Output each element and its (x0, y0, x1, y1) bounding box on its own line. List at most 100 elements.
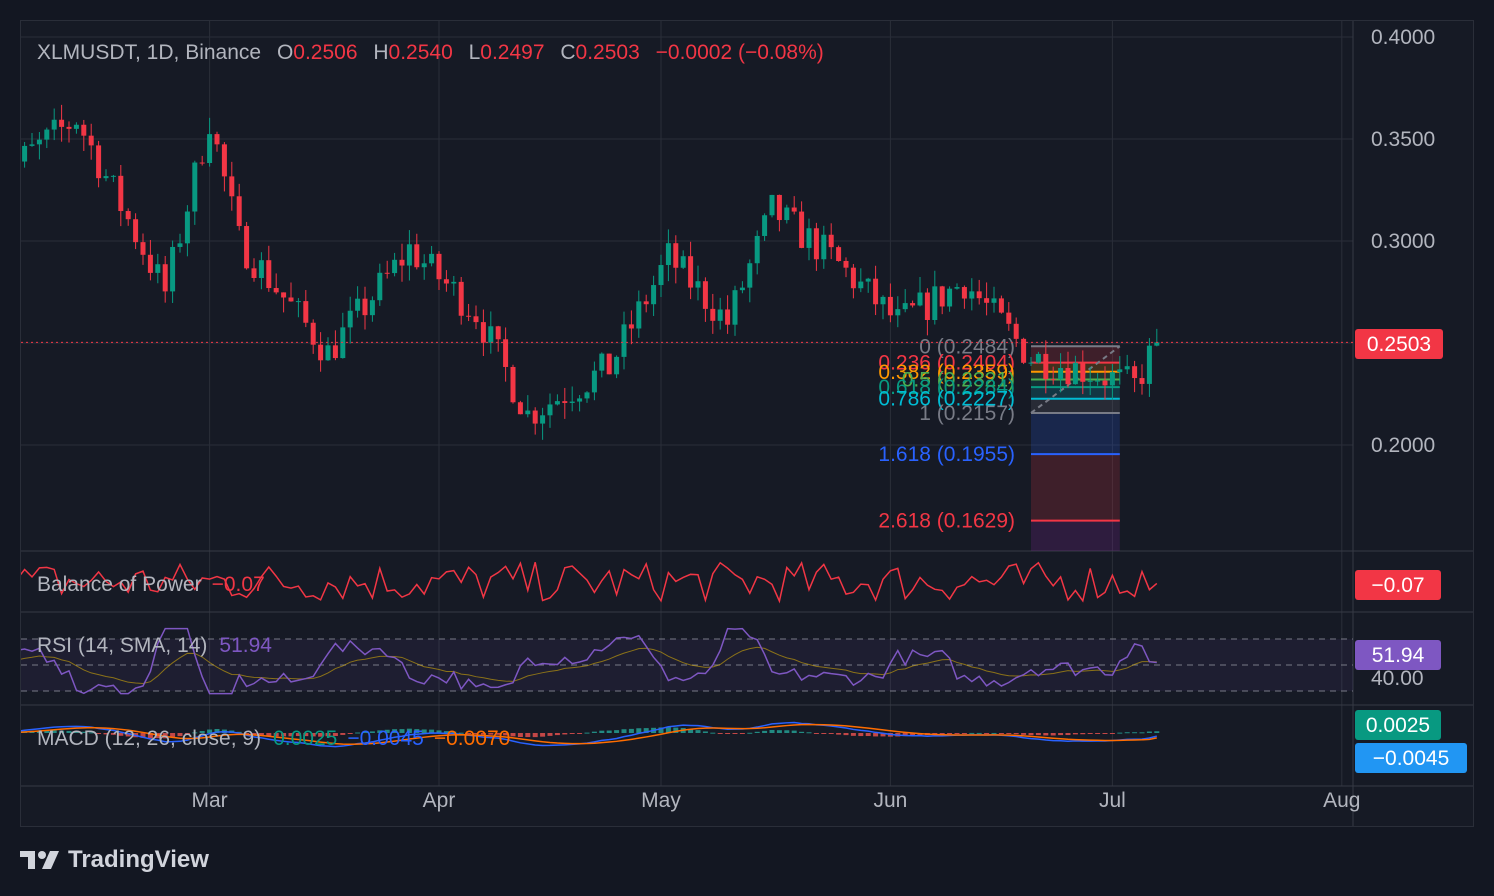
candle (406, 230, 412, 281)
candle (273, 273, 279, 295)
candle (184, 205, 190, 257)
candle (858, 268, 864, 293)
grid-lines (21, 21, 1473, 826)
macd-hist-bar (1028, 733, 1034, 736)
candle (806, 218, 812, 261)
tradingview-icon (20, 851, 59, 869)
price-axis-label: 0.3000 (1371, 230, 1435, 253)
macd-hist-bar (1087, 733, 1093, 734)
candle (466, 303, 472, 322)
macd-hist-bar (806, 732, 812, 734)
candle (1154, 328, 1160, 347)
candle (791, 196, 797, 215)
candle (355, 286, 361, 318)
rsi-badge: 51.94 (1355, 640, 1441, 670)
candle (939, 285, 945, 315)
candle (902, 289, 908, 313)
candle (1124, 354, 1130, 374)
macd-hist-bar (1006, 733, 1012, 734)
candle (813, 222, 819, 271)
macd-hist-bar (1050, 733, 1056, 736)
price-chart[interactable]: 0 (0.2484)0.236 (0.2404)0.382 (0.2359)0.… (0, 21, 1473, 826)
candle (362, 286, 368, 330)
candle (44, 127, 50, 149)
svg-text:0.2503: 0.2503 (1367, 333, 1431, 356)
svg-text:−0.07: −0.07 (1371, 574, 1424, 597)
brand-label: TradingView (68, 846, 209, 873)
candle (843, 257, 849, 278)
candle (584, 391, 590, 403)
price-axis-label: 0.2000 (1371, 434, 1435, 457)
candle (51, 108, 57, 141)
macd-hist-bar (799, 731, 805, 733)
candle (836, 245, 842, 262)
candle (310, 319, 316, 354)
macd-hist-bar (976, 732, 982, 734)
candle (503, 327, 509, 382)
macd-hist-bar (1117, 732, 1123, 734)
candle (525, 395, 531, 418)
candle (828, 223, 834, 260)
svg-text:51.94: 51.94 (1372, 644, 1425, 667)
candle (96, 140, 102, 188)
macd-hist-bar (961, 733, 967, 734)
candle (969, 278, 975, 311)
candle (451, 275, 457, 296)
candle (392, 252, 398, 277)
candle (680, 250, 686, 270)
candle (340, 312, 346, 359)
macd-hist-bar (776, 730, 782, 733)
candle (599, 352, 605, 378)
fib-level-label: 1.618 (0.1955) (878, 443, 1015, 466)
candle (577, 394, 583, 412)
candle (673, 235, 679, 284)
candle (429, 246, 435, 267)
rsi-legend: RSI (14, SMA, 14) 51.94 (37, 634, 272, 657)
time-axis-label: Mar (192, 789, 228, 812)
macd-hist-bar (843, 733, 849, 736)
macd-hist-bar (858, 733, 864, 737)
macd-hist-bar (836, 733, 842, 735)
candle (177, 233, 183, 253)
last-price-badge: 0.2503 (1355, 329, 1443, 359)
candle (421, 254, 427, 280)
macd-hist-bar (1124, 732, 1130, 734)
fib-level-label: 1 (0.2157) (919, 402, 1015, 425)
candle (369, 296, 375, 322)
candle (155, 253, 161, 284)
candle (717, 297, 723, 330)
macd-hist-bar (1021, 733, 1027, 735)
candle (658, 254, 664, 297)
macd-hist-bar (547, 733, 553, 736)
macd-hist-bar (791, 730, 797, 733)
candle (665, 229, 671, 282)
candle (118, 164, 124, 227)
candle (1132, 360, 1138, 393)
time-axis-label: Aug (1323, 789, 1360, 812)
macd-hist-bar (969, 732, 975, 734)
candle (895, 296, 901, 328)
chart-frame: 0 (0.2484) 0.236 (0.2404) 0.382 (0.2359) 0.… (0, 20, 1474, 827)
candle (251, 258, 257, 282)
macd-hist-bar (762, 730, 768, 733)
macd-hist-bar (747, 732, 753, 734)
macd-hist-bar (1013, 733, 1019, 735)
candle (81, 119, 87, 151)
candle (532, 407, 538, 435)
candle (1146, 338, 1152, 397)
candle (540, 407, 546, 440)
macd-hist-bar (532, 733, 538, 738)
macd-hist-bar (621, 729, 627, 733)
candle (1139, 364, 1145, 395)
macd-hist-bar (717, 733, 723, 734)
macd-badge: −0.0045 (1355, 743, 1467, 773)
macd-hist-bar (813, 733, 819, 734)
macd-hist-bar (1065, 733, 1071, 736)
candle (695, 265, 701, 301)
time-axis-label: Jul (1099, 789, 1126, 812)
macd-hist-bar (1080, 733, 1086, 735)
candle (214, 131, 220, 152)
macd-hist-bar (1139, 732, 1145, 734)
macd-hist-bar (1043, 733, 1049, 736)
candle (295, 298, 301, 318)
